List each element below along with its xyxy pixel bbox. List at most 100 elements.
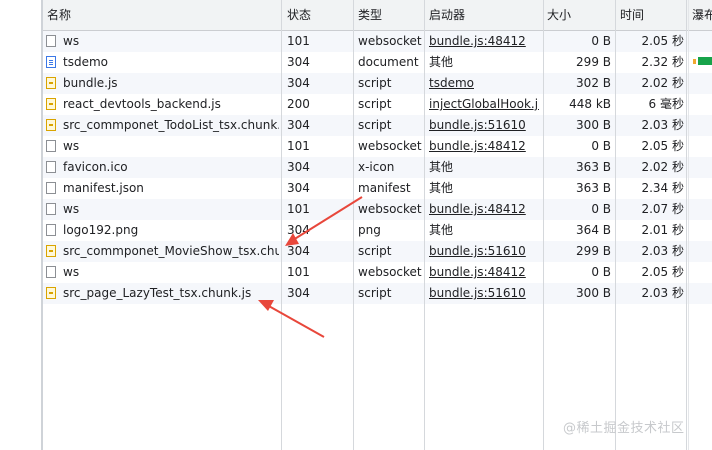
initiator-link[interactable]: bundle.js:48412 xyxy=(429,139,526,153)
initiator-text: 其他 xyxy=(429,223,454,237)
table-row[interactable]: ws 101 websocket bundle.js:48412 0 B 2.07 秒 xyxy=(43,199,712,220)
table-row[interactable]: ws 101 websocket bundle.js:48412 0 B 2.05 秒 xyxy=(43,262,712,283)
request-name-cell[interactable]: ws xyxy=(46,199,279,220)
request-name: react_devtools_backend.js xyxy=(63,97,221,111)
table-row[interactable]: src_commponet_MovieShow_tsx.chun... 304 sc… xyxy=(43,241,712,262)
table-row[interactable]: ws 101 websocket bundle.js:48412 0 B 2.05 秒 xyxy=(43,136,712,157)
column-divider xyxy=(281,0,282,450)
time-cell: 2.02 秒 xyxy=(641,160,684,174)
initiator-link[interactable]: tsdemo xyxy=(429,76,474,90)
initiator-link[interactable]: bundle.js:51610 xyxy=(429,244,526,258)
initiator-link[interactable]: bundle.js:48412 xyxy=(429,265,526,279)
table-row[interactable]: manifest.json 304 manifest 其他 363 B 2.34 秒 xyxy=(43,178,712,199)
size-cell: 0 B xyxy=(591,202,611,216)
initiator-cell: bundle.js:51610 xyxy=(429,115,539,136)
header-initiator[interactable]: 启动器 xyxy=(425,0,539,30)
status-cell: 101 xyxy=(287,265,310,279)
size-cell: 299 B xyxy=(576,55,611,69)
table-row[interactable]: bundle.js 304 script tsdemo 302 B 2.02 秒 xyxy=(43,73,712,94)
request-name-cell[interactable]: favicon.ico xyxy=(46,157,279,178)
size-cell: 363 B xyxy=(576,160,611,174)
type-cell: x-icon xyxy=(358,160,395,174)
initiator-text: 其他 xyxy=(429,160,454,174)
initiator-cell: bundle.js:51610 xyxy=(429,283,539,304)
initiator-link[interactable]: injectGlobalHook.j... xyxy=(429,97,539,111)
request-name-cell[interactable]: bundle.js xyxy=(46,73,279,94)
column-divider xyxy=(353,0,354,450)
time-cell: 2.05 秒 xyxy=(641,139,684,153)
request-name-cell[interactable]: ws xyxy=(46,262,279,283)
column-divider xyxy=(686,0,687,450)
size-cell: 302 B xyxy=(576,76,611,90)
type-cell: websocket xyxy=(358,139,422,153)
status-cell: 101 xyxy=(287,202,310,216)
time-cell: 6 毫秒 xyxy=(648,97,684,111)
table-row[interactable]: favicon.ico 304 x-icon 其他 363 B 2.02 秒 xyxy=(43,157,712,178)
blank-file-icon xyxy=(46,223,56,236)
script-icon xyxy=(46,97,56,110)
initiator-link[interactable]: bundle.js:51610 xyxy=(429,118,526,132)
initiator-cell: 其他 xyxy=(429,157,539,178)
type-cell: script xyxy=(358,286,392,300)
status-cell: 304 xyxy=(287,244,310,258)
initiator-cell: bundle.js:48412 xyxy=(429,199,539,220)
initiator-link[interactable]: bundle.js:48412 xyxy=(429,202,526,216)
header-time[interactable]: 时间 xyxy=(616,0,684,30)
header-type[interactable]: 类型 xyxy=(354,0,424,30)
waterfall-bar-waiting xyxy=(693,59,696,64)
request-name: ws xyxy=(63,139,80,153)
table-row[interactable]: react_devtools_backend.js 200 script inject… xyxy=(43,94,712,115)
initiator-text: 其他 xyxy=(429,181,454,195)
request-name-cell[interactable]: src_page_LazyTest_tsx.chunk.js xyxy=(46,283,279,304)
type-cell: script xyxy=(358,97,392,111)
status-cell: 304 xyxy=(287,160,310,174)
size-cell: 0 B xyxy=(591,265,611,279)
table-row[interactable]: logo192.png 304 png 其他 364 B 2.01 秒 xyxy=(43,220,712,241)
header-size[interactable]: 大小 xyxy=(543,0,611,30)
status-cell: 304 xyxy=(287,76,310,90)
table-row[interactable]: src_page_LazyTest_tsx.chunk.js 304 script b… xyxy=(43,283,712,304)
request-name: ws xyxy=(63,34,80,48)
request-name-cell[interactable]: react_devtools_backend.js xyxy=(46,94,279,115)
time-cell: 2.34 秒 xyxy=(641,181,684,195)
table-row[interactable]: ws 101 websocket bundle.js:48412 0 B 2.05 秒 xyxy=(43,31,712,52)
waterfall-bar-download xyxy=(698,57,712,65)
request-name-cell[interactable]: src_commponet_MovieShow_tsx.chun... xyxy=(46,241,279,262)
table-row[interactable]: tsdemo 304 document 其他 299 B 2.32 秒 xyxy=(43,52,712,73)
request-name-cell[interactable]: tsdemo xyxy=(46,52,279,73)
waterfall-divider xyxy=(688,0,689,450)
size-cell: 0 B xyxy=(591,139,611,153)
status-cell: 200 xyxy=(287,97,310,111)
table-row[interactable]: src_commponet_TodoList_tsx.chunk.js 304 sc… xyxy=(43,115,712,136)
size-cell: 448 kB xyxy=(569,97,611,111)
blank-file-icon xyxy=(46,181,56,194)
request-name: logo192.png xyxy=(63,223,139,237)
script-icon xyxy=(46,244,56,257)
type-cell: png xyxy=(358,223,381,237)
request-name: bundle.js xyxy=(63,76,118,90)
request-name-cell[interactable]: ws xyxy=(46,136,279,157)
size-cell: 299 B xyxy=(576,244,611,258)
request-name: src_commponet_MovieShow_tsx.chun... xyxy=(63,244,279,258)
request-name: src_commponet_TodoList_tsx.chunk.js xyxy=(63,118,279,132)
initiator-text: 其他 xyxy=(429,55,454,69)
request-name-cell[interactable]: src_commponet_TodoList_tsx.chunk.js xyxy=(46,115,279,136)
header-name[interactable]: 名称 xyxy=(43,0,277,30)
type-cell: script xyxy=(358,244,392,258)
header-waterfall[interactable]: 瀑布 xyxy=(688,0,712,30)
initiator-cell: bundle.js:48412 xyxy=(429,136,539,157)
blank-file-icon xyxy=(46,202,56,215)
request-name: ws xyxy=(63,265,80,279)
initiator-link[interactable]: bundle.js:48412 xyxy=(429,34,526,48)
size-cell: 0 B xyxy=(591,34,611,48)
initiator-link[interactable]: bundle.js:51610 xyxy=(429,286,526,300)
type-cell: manifest xyxy=(358,181,411,195)
column-divider xyxy=(543,0,544,450)
header-status[interactable]: 状态 xyxy=(283,0,351,30)
request-name-cell[interactable]: manifest.json xyxy=(46,178,279,199)
script-icon xyxy=(46,286,56,299)
request-name-cell[interactable]: ws xyxy=(46,31,279,52)
type-cell: script xyxy=(358,76,392,90)
request-name-cell[interactable]: logo192.png xyxy=(46,220,279,241)
initiator-cell: 其他 xyxy=(429,178,539,199)
